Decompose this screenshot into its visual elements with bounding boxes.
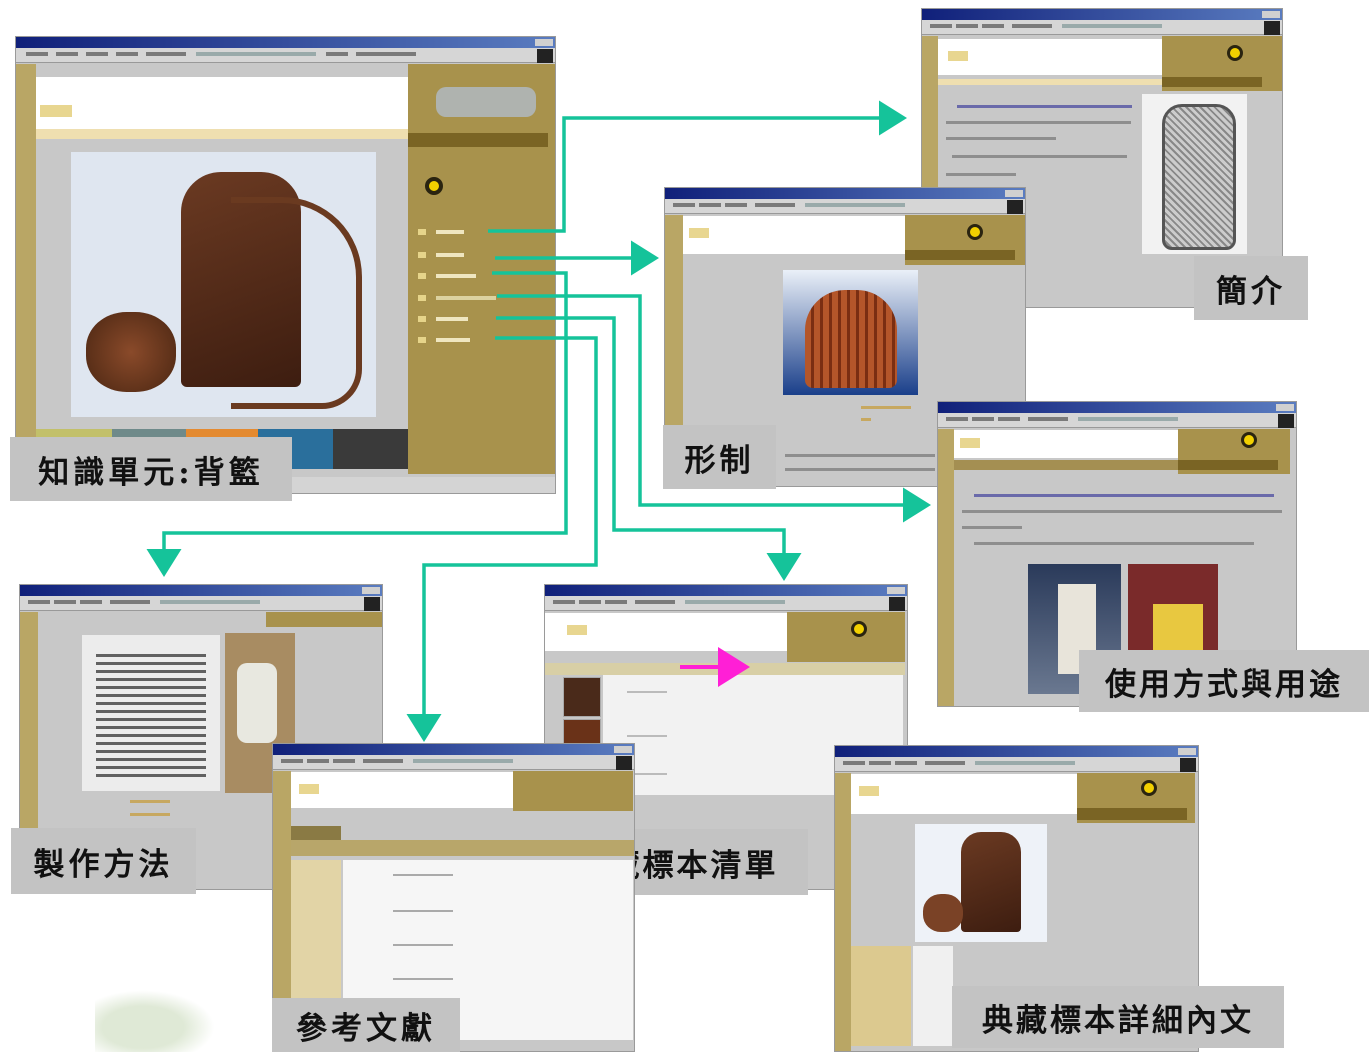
arrow-to-intro	[488, 100, 907, 233]
arrow-to-usage	[497, 294, 931, 523]
arrow-to-references	[406, 336, 598, 742]
connector-arrows	[146, 100, 931, 742]
